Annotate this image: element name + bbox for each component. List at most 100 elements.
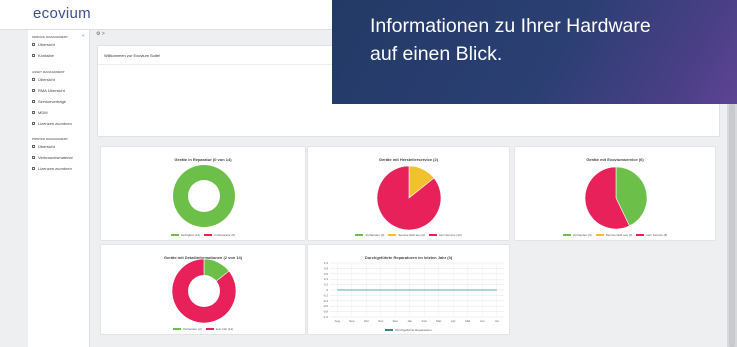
x-tick-label: Mar <box>436 319 441 323</box>
sidebar-item-mdm[interactable]: MDM <box>32 109 48 115</box>
legend-label: Vorhanden (0) <box>365 233 385 237</box>
welcome-text: Willkommen zur Ecovium Suite! <box>104 53 161 58</box>
y-tick-label: -0.2 <box>323 293 329 297</box>
y-tick-label: 0.8 <box>324 266 329 270</box>
x-tick-label: Okt <box>364 319 369 323</box>
legend-item: Durchgeführte Reparaturen <box>385 328 432 332</box>
sidebar-item-label: Serviceverträge <box>38 98 67 104</box>
legend-label: Vorhanden (2) <box>182 327 202 331</box>
repairs-line-chart: 1.00.8 0.60.4 0.20-0.2 -0.4-0.6 -0.8-1.0 Aug S… <box>323 261 504 323</box>
grid-icon <box>32 166 35 170</box>
sidebar-item-printer-licenses[interactable]: Lizenzen zuordnen <box>32 165 72 171</box>
promo-banner: Informationen zu Ihrer Hardware auf eine… <box>332 0 737 104</box>
chart-legend: Vorhanden (2) kein Info (12) <box>101 327 305 331</box>
legend-swatch <box>636 233 645 237</box>
sidebar-item-printer-overview[interactable]: Übersicht <box>32 143 55 149</box>
grid-icon <box>32 42 35 46</box>
sidebar-item-assign-licenses[interactable]: Lizenzen zuordnen <box>32 120 72 126</box>
legend-label: Verfügbar (14) <box>180 233 200 237</box>
y-tick-label: 0 <box>326 288 328 292</box>
sidebar-item-label: Übersicht <box>38 41 55 47</box>
grid-icon <box>32 155 35 159</box>
legend-item: Vorhanden (2) <box>172 327 202 331</box>
grid-icon <box>32 144 35 148</box>
legend-swatch <box>562 233 571 237</box>
ecovium-service-pie-chart <box>584 166 648 230</box>
sidebar-item-label: Übersicht <box>38 143 55 149</box>
chart-card-repairs-last-year: Durchgeführte Reparaturen im letzten Jah… <box>307 244 510 335</box>
y-tick-label: -1.0 <box>323 315 329 319</box>
legend-label: Service läuft aus (0) <box>605 233 633 237</box>
legend-label: kein Info (12) <box>215 327 234 331</box>
chart-card-repair: Geräte in Reparatur (0 von 14) Verfügbar… <box>100 146 306 241</box>
banner-headline: Informationen zu Ihrer Hardware auf eine… <box>370 15 651 65</box>
sidebar-item-label: Lizenzen zuordnen <box>38 165 72 171</box>
scrollbar[interactable] <box>727 104 737 347</box>
legend-swatch <box>172 327 181 331</box>
y-tick-label: 0.6 <box>324 272 329 276</box>
x-tick-label: Mai <box>465 319 470 323</box>
sidebar: « SERVICE MANAGEMENT Übersicht Kontakte … <box>28 30 90 347</box>
sidebar-item-service-contracts[interactable]: Serviceverträge <box>32 98 66 104</box>
sidebar-item-label: Übersicht <box>38 76 55 82</box>
sidebar-heading-asset: ASSET MANAGEMENT <box>32 70 65 74</box>
breadcrumb[interactable]: ⚙ > <box>96 31 105 37</box>
sidebar-item-label: Verbrauchsmaterial <box>38 154 73 160</box>
vendor-service-pie-chart <box>376 165 442 231</box>
sidebar-item-label: RMA Übersicht <box>38 87 65 93</box>
legend-item: kein Service (12) <box>429 233 462 237</box>
x-tick-label: Apr <box>451 319 456 323</box>
details-donut-chart <box>171 258 237 324</box>
sidebar-heading-printer: PRINTER MANAGEMENT <box>32 137 68 141</box>
x-tick-label: Jul <box>495 319 499 323</box>
chart-card-details: Geräte mit Detailinformationen (2 von 14… <box>100 244 306 335</box>
grid-icon <box>32 88 35 92</box>
legend-swatch <box>388 233 397 237</box>
x-tick-label: Nov <box>378 319 384 323</box>
chart-legend: Vorhanden (6) Service läuft aus (0) kein… <box>515 233 715 237</box>
sidebar-item-service-overview[interactable]: Übersicht <box>32 41 55 47</box>
legend-swatch <box>204 233 212 237</box>
y-tick-label: -0.4 <box>323 299 329 303</box>
donut-hole <box>188 180 220 212</box>
chart-legend: Verfügbar (14) In Reparatur (0) <box>101 233 305 237</box>
legend-item: kein Service (8) <box>636 233 667 237</box>
legend-item: Vorhanden (0) <box>355 233 384 237</box>
sidebar-item-label: Lizenzen zuordnen <box>38 120 72 126</box>
x-tick-label: Sep <box>349 319 355 323</box>
legend-item: Service läuft aus (0) <box>595 233 633 237</box>
sidebar-item-asset-overview[interactable]: Übersicht <box>32 76 55 82</box>
sidebar-item-contacts[interactable]: Kontakte <box>32 52 54 58</box>
grid-icon <box>32 121 35 125</box>
legend-swatch <box>385 328 394 332</box>
collapse-sidebar-icon[interactable]: « <box>82 33 85 39</box>
x-tick-label: Jan <box>407 319 412 323</box>
grid-icon <box>32 53 35 57</box>
legend-label: kein Service (8) <box>646 233 668 237</box>
y-tick-label: 0.2 <box>324 283 329 287</box>
y-tick-label: -0.6 <box>323 304 329 308</box>
legend-item: Service läuft aus (2) <box>388 233 425 237</box>
app-logo[interactable]: ecovium <box>33 5 91 22</box>
chart-legend: Vorhanden (0) Service läuft aus (2) kein… <box>308 233 509 237</box>
legend-item: kein Info (12) <box>205 327 234 331</box>
chart-legend: Durchgeführte Reparaturen <box>308 328 509 332</box>
legend-item: Verfügbar (14) <box>170 233 200 237</box>
legend-label: In Reparatur (0) <box>214 233 236 237</box>
legend-swatch <box>205 327 214 331</box>
legend-swatch <box>170 233 179 237</box>
sidebar-item-consumables[interactable]: Verbrauchsmaterial <box>32 154 72 160</box>
legend-label: Durchgeführte Reparaturen <box>395 328 432 332</box>
x-tick-label: Aug <box>335 319 341 323</box>
sidebar-item-rma-overview[interactable]: RMA Übersicht <box>32 87 65 93</box>
x-tick-label: Feb <box>422 319 428 323</box>
y-tick-label: 1.0 <box>324 261 329 265</box>
legend-swatch <box>595 233 604 237</box>
x-tick-label: Jun <box>480 319 485 323</box>
scrollbar-thumb[interactable] <box>729 104 735 347</box>
app-window: ecovium « SERVICE MANAGEMENT Übersicht K… <box>0 0 737 347</box>
legend-label: kein Service (12) <box>439 233 462 237</box>
legend-label: Service läuft aus (2) <box>398 233 426 237</box>
grid-icon <box>32 77 35 81</box>
legend-swatch <box>355 233 364 237</box>
